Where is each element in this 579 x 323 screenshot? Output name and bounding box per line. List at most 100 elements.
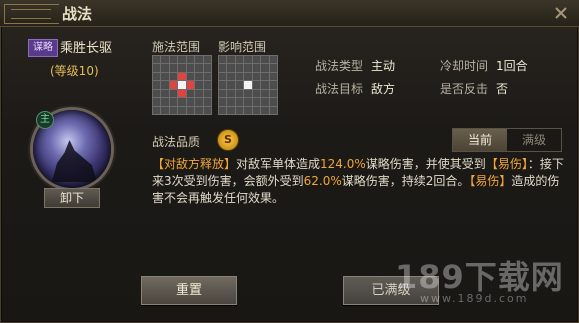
desc-vulnerable-tag: 【易伤】 [485, 157, 528, 171]
portrait-silhouette [52, 140, 97, 182]
desc-extra-rate: 62.0% [303, 174, 342, 188]
grid-cell [261, 72, 269, 81]
grid-cell [219, 72, 227, 81]
window-title: 战法 [62, 5, 93, 23]
tab-current[interactable]: 当前 [453, 129, 507, 151]
grid-cell [153, 72, 161, 81]
grid-cell [269, 56, 277, 64]
grid-cell [235, 64, 244, 72]
grid-cell [219, 64, 227, 72]
grid-cell [227, 72, 235, 81]
grid-cell [261, 89, 269, 98]
grid-cell [169, 106, 178, 114]
desc-damage-rate: 124.0% [320, 157, 366, 171]
desc-text: 谋略伤害，持续2回合。 [341, 174, 470, 188]
grid-cell [244, 64, 252, 72]
grid-range-cell [186, 81, 195, 89]
grid-cell [235, 56, 244, 64]
grid-cell [244, 89, 252, 98]
reset-button[interactable]: 重置 [141, 276, 237, 305]
main-general-mark: 主 [36, 111, 54, 129]
level-tabs: 当前 满级 [452, 128, 562, 152]
grid-center-cell [178, 81, 186, 89]
grid-cell [153, 64, 161, 72]
effect-range-grid [218, 55, 278, 115]
grid-cell [252, 64, 261, 72]
title-bar: 战法 [0, 0, 579, 27]
grid-cell [269, 64, 277, 72]
close-icon[interactable] [551, 3, 571, 23]
grid-cell [203, 98, 211, 106]
cast-range-grid [152, 55, 212, 115]
title-ornament [4, 4, 59, 24]
stat-target-value: 敌方 [371, 82, 396, 96]
grid-cell [169, 64, 178, 72]
grid-cell [244, 106, 252, 114]
grid-cell [161, 81, 169, 89]
grid-cell [195, 81, 203, 89]
grid-cell [178, 64, 186, 72]
skill-description: 【对敌方释放】对敌军单体造成124.0%谋略伤害，并使其受到【易伤】：接下来3次… [152, 156, 564, 207]
tactic-window: 战法 谋略 乘胜长驱 (等级10) 主 卸下 施法范围 影响范围 战法类型 主动 … [0, 0, 579, 323]
grid-cell [195, 56, 203, 64]
grid-cell [219, 56, 227, 64]
grid-cell [169, 89, 178, 98]
grid-cell [219, 98, 227, 106]
grid-cell [261, 106, 269, 114]
grid-cell [227, 89, 235, 98]
grid-cell [203, 81, 211, 89]
grid-cell [235, 106, 244, 114]
grid-cell [203, 72, 211, 81]
grid-range-cell [178, 89, 186, 98]
grid-cell [269, 98, 277, 106]
grid-cell [203, 89, 211, 98]
desc-target-tag: 【对敌方释放】 [152, 157, 237, 171]
grid-cell [252, 72, 261, 81]
grid-cell [186, 56, 195, 64]
grid-cell [169, 56, 178, 64]
grid-cell [269, 72, 277, 81]
stat-type-value: 主动 [371, 59, 396, 73]
grid-cell [269, 81, 277, 89]
grid-range-cell [178, 72, 186, 81]
tab-max-level[interactable]: 满级 [507, 129, 561, 151]
site-watermark-url: www.189d.com [420, 292, 529, 305]
grid-cell [252, 81, 261, 89]
grid-cell [153, 89, 161, 98]
grid-cell [244, 72, 252, 81]
skill-level: (等级10) [50, 64, 99, 78]
grid-cell [178, 106, 186, 114]
grid-cell [219, 89, 227, 98]
grid-range-cell [169, 81, 178, 89]
grid-cell [261, 81, 269, 89]
grid-cell [244, 98, 252, 106]
stat-counter-key: 是否反击 [440, 82, 489, 96]
grid-cell [195, 106, 203, 114]
grid-cell [153, 56, 161, 64]
stat-type-key: 战法类型 [315, 59, 364, 73]
grid-cell [261, 98, 269, 106]
desc-text: 谋略伤害，并使其受到 [365, 157, 486, 171]
grid-cell [269, 89, 277, 98]
grid-cell [186, 89, 195, 98]
grid-cell [203, 64, 211, 72]
grid-cell [269, 106, 277, 114]
grid-cell [153, 98, 161, 106]
quality-grade-badge: S [217, 129, 239, 151]
grid-cell [227, 98, 235, 106]
grid-center-cell [244, 81, 252, 89]
grid-cell [153, 81, 161, 89]
unequip-button[interactable]: 卸下 [44, 188, 100, 208]
grid-cell [195, 98, 203, 106]
stat-cooldown-value: 1回合 [496, 59, 528, 73]
grid-cell [227, 56, 235, 64]
stat-cooldown-key: 冷却时间 [440, 59, 489, 73]
stat-target: 战法目标 敌方 [315, 80, 395, 97]
grid-cell [203, 56, 211, 64]
grid-cell [235, 72, 244, 81]
grid-cell [186, 98, 195, 106]
grid-cell [261, 64, 269, 72]
grid-cell [169, 98, 178, 106]
grid-cell [161, 89, 169, 98]
grid-cell [195, 64, 203, 72]
